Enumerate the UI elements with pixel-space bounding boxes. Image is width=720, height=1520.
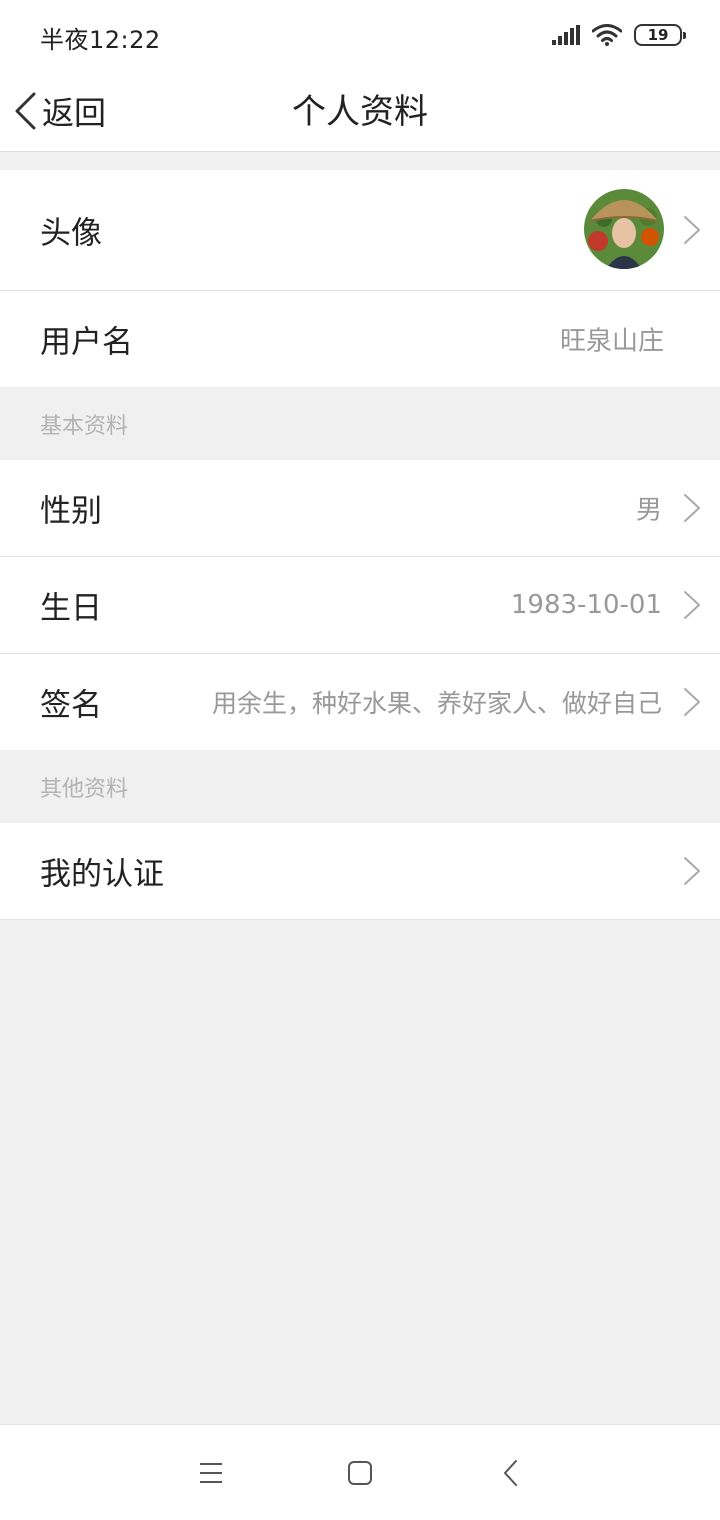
avatar-row[interactable]: 头像 <box>0 170 720 291</box>
chevron-right-icon <box>684 857 700 885</box>
status-icons: 19 <box>552 22 686 48</box>
signature-label: 签名 <box>40 687 102 724</box>
home-icon[interactable] <box>342 1455 378 1491</box>
chevron-right-icon <box>684 688 700 716</box>
avatar <box>584 189 664 269</box>
certification-label: 我的认证 <box>40 856 164 893</box>
page-title: 个人资料 <box>292 92 428 132</box>
avatar-label: 头像 <box>40 215 102 252</box>
section-basic-header: 基本资料 <box>0 387 720 460</box>
birthday-value: 1983-10-01 <box>510 590 662 620</box>
wifi-icon <box>592 24 622 46</box>
section-other-title: 其他资料 <box>40 776 129 802</box>
profile-page: 半夜12:22 19 返回 个人资料 头像 用户名 旺泉山庄 基本资料 性别 男… <box>0 0 720 1520</box>
section-other-header: 其他资料 <box>0 750 720 823</box>
certification-row[interactable]: 我的认证 <box>0 823 720 920</box>
username-value: 旺泉山庄 <box>559 326 664 357</box>
gender-row[interactable]: 性别 男 <box>0 460 720 557</box>
username-row: 用户名 旺泉山庄 <box>0 291 720 387</box>
system-nav-bar <box>0 1424 720 1520</box>
gender-label: 性别 <box>40 493 102 530</box>
username-label: 用户名 <box>40 324 133 361</box>
battery-icon: 19 <box>634 24 686 46</box>
birthday-label: 生日 <box>40 590 102 627</box>
battery-level: 19 <box>647 26 669 44</box>
chevron-right-icon <box>684 591 700 619</box>
chevron-right-icon <box>684 216 700 244</box>
section-basic-title: 基本资料 <box>40 413 129 439</box>
menu-icon[interactable] <box>192 1455 228 1491</box>
signal-icon <box>552 25 580 45</box>
status-bar: 半夜12:22 19 <box>0 0 720 70</box>
status-time: 半夜12:22 <box>40 26 161 54</box>
birthday-row[interactable]: 生日 1983-10-01 <box>0 557 720 654</box>
back-icon[interactable] <box>494 1455 530 1491</box>
chevron-right-icon <box>684 494 700 522</box>
nav-bar: 返回 个人资料 <box>0 70 720 152</box>
gender-value: 男 <box>635 495 662 526</box>
signature-row[interactable]: 签名 用余生，种好水果、养好家人、做好自己 <box>0 654 720 750</box>
signature-value: 用余生，种好水果、养好家人、做好自己 <box>211 689 662 718</box>
